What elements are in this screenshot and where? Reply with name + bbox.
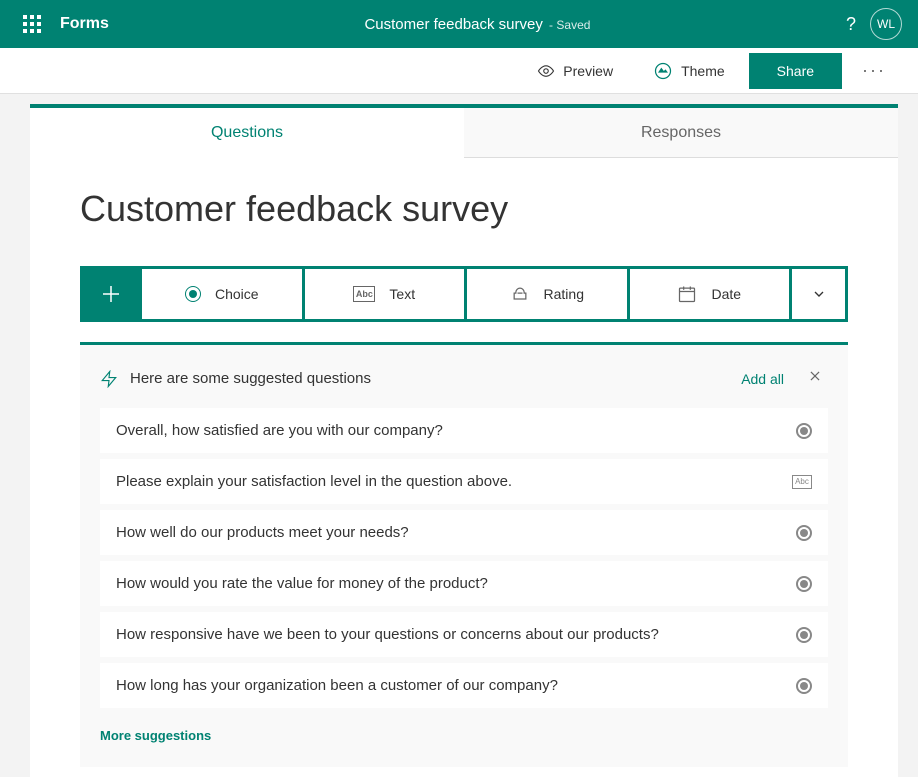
question-type-rating[interactable]: Rating	[464, 269, 627, 319]
radio-type-icon	[796, 678, 812, 694]
text-type-icon: Abc	[792, 475, 812, 489]
close-suggestions-button[interactable]	[802, 367, 828, 390]
radio-type-icon	[796, 423, 812, 439]
add-all-button[interactable]: Add all	[741, 371, 784, 387]
preview-button[interactable]: Preview	[521, 54, 629, 88]
suggestion-text: Please explain your satisfaction level i…	[116, 473, 512, 490]
form-tabs: Questions Responses	[30, 108, 898, 158]
question-type-date[interactable]: Date	[627, 269, 790, 319]
radio-type-icon	[796, 576, 812, 592]
question-type-choice[interactable]: Choice	[139, 269, 302, 319]
tab-responses[interactable]: Responses	[464, 108, 898, 158]
more-menu-button[interactable]: ···	[850, 52, 898, 89]
share-button[interactable]: Share	[749, 53, 842, 89]
theme-button[interactable]: Theme	[637, 53, 741, 89]
radio-type-icon	[796, 525, 812, 541]
radio-type-icon	[796, 627, 812, 643]
suggestions-header-text: Here are some suggested questions	[130, 370, 371, 387]
suggestion-text: How well do our products meet your needs…	[116, 524, 409, 541]
date-icon	[677, 284, 697, 304]
add-question-button[interactable]	[83, 269, 139, 319]
avatar[interactable]: WL	[870, 8, 902, 40]
action-bar: Preview Theme Share ···	[0, 48, 918, 94]
suggestion-text: How responsive have we been to your ques…	[116, 626, 659, 643]
text-icon: Abc	[353, 286, 375, 302]
suggestion-text: Overall, how satisfied are you with our …	[116, 422, 443, 439]
suggestion-item[interactable]: How would you rate the value for money o…	[100, 561, 828, 606]
form-card: Questions Responses Customer feedback su…	[30, 104, 898, 777]
add-question-toolbar: Choice Abc Text Rating Date	[80, 266, 848, 322]
app-name[interactable]: Forms	[60, 15, 109, 33]
more-suggestions-link[interactable]: More suggestions	[100, 728, 211, 743]
suggestion-item[interactable]: How responsive have we been to your ques…	[100, 612, 828, 657]
preview-icon	[537, 62, 555, 80]
form-title-text: Customer feedback survey	[364, 16, 542, 33]
suggestion-text: How would you rate the value for money o…	[116, 575, 488, 592]
form-title-bar: Customer feedback survey - Saved	[109, 16, 846, 33]
question-type-text[interactable]: Abc Text	[302, 269, 465, 319]
suggestions-panel: Here are some suggested questions Add al…	[80, 342, 848, 767]
help-icon[interactable]: ?	[846, 14, 856, 35]
rating-icon	[510, 284, 530, 304]
choice-icon	[185, 286, 201, 302]
main-scroll-area: Questions Responses Customer feedback su…	[0, 94, 918, 777]
suggestion-text: How long has your organization been a cu…	[116, 677, 558, 694]
suggestion-item[interactable]: How well do our products meet your needs…	[100, 510, 828, 555]
top-bar: Forms Customer feedback survey - Saved ?…	[0, 0, 918, 48]
question-type-more[interactable]	[789, 269, 845, 319]
chevron-down-icon	[811, 286, 827, 302]
suggestion-item[interactable]: Please explain your satisfaction level i…	[100, 459, 828, 504]
plus-icon	[99, 282, 123, 306]
suggestion-item[interactable]: How long has your organization been a cu…	[100, 663, 828, 708]
save-status: - Saved	[549, 18, 590, 32]
form-title-heading[interactable]: Customer feedback survey	[80, 188, 848, 230]
theme-icon	[653, 61, 673, 81]
tab-questions[interactable]: Questions	[30, 108, 464, 158]
close-icon	[808, 369, 822, 383]
lightning-icon	[100, 370, 118, 388]
suggestion-item[interactable]: Overall, how satisfied are you with our …	[100, 408, 828, 453]
app-launcher-icon[interactable]	[8, 0, 56, 48]
